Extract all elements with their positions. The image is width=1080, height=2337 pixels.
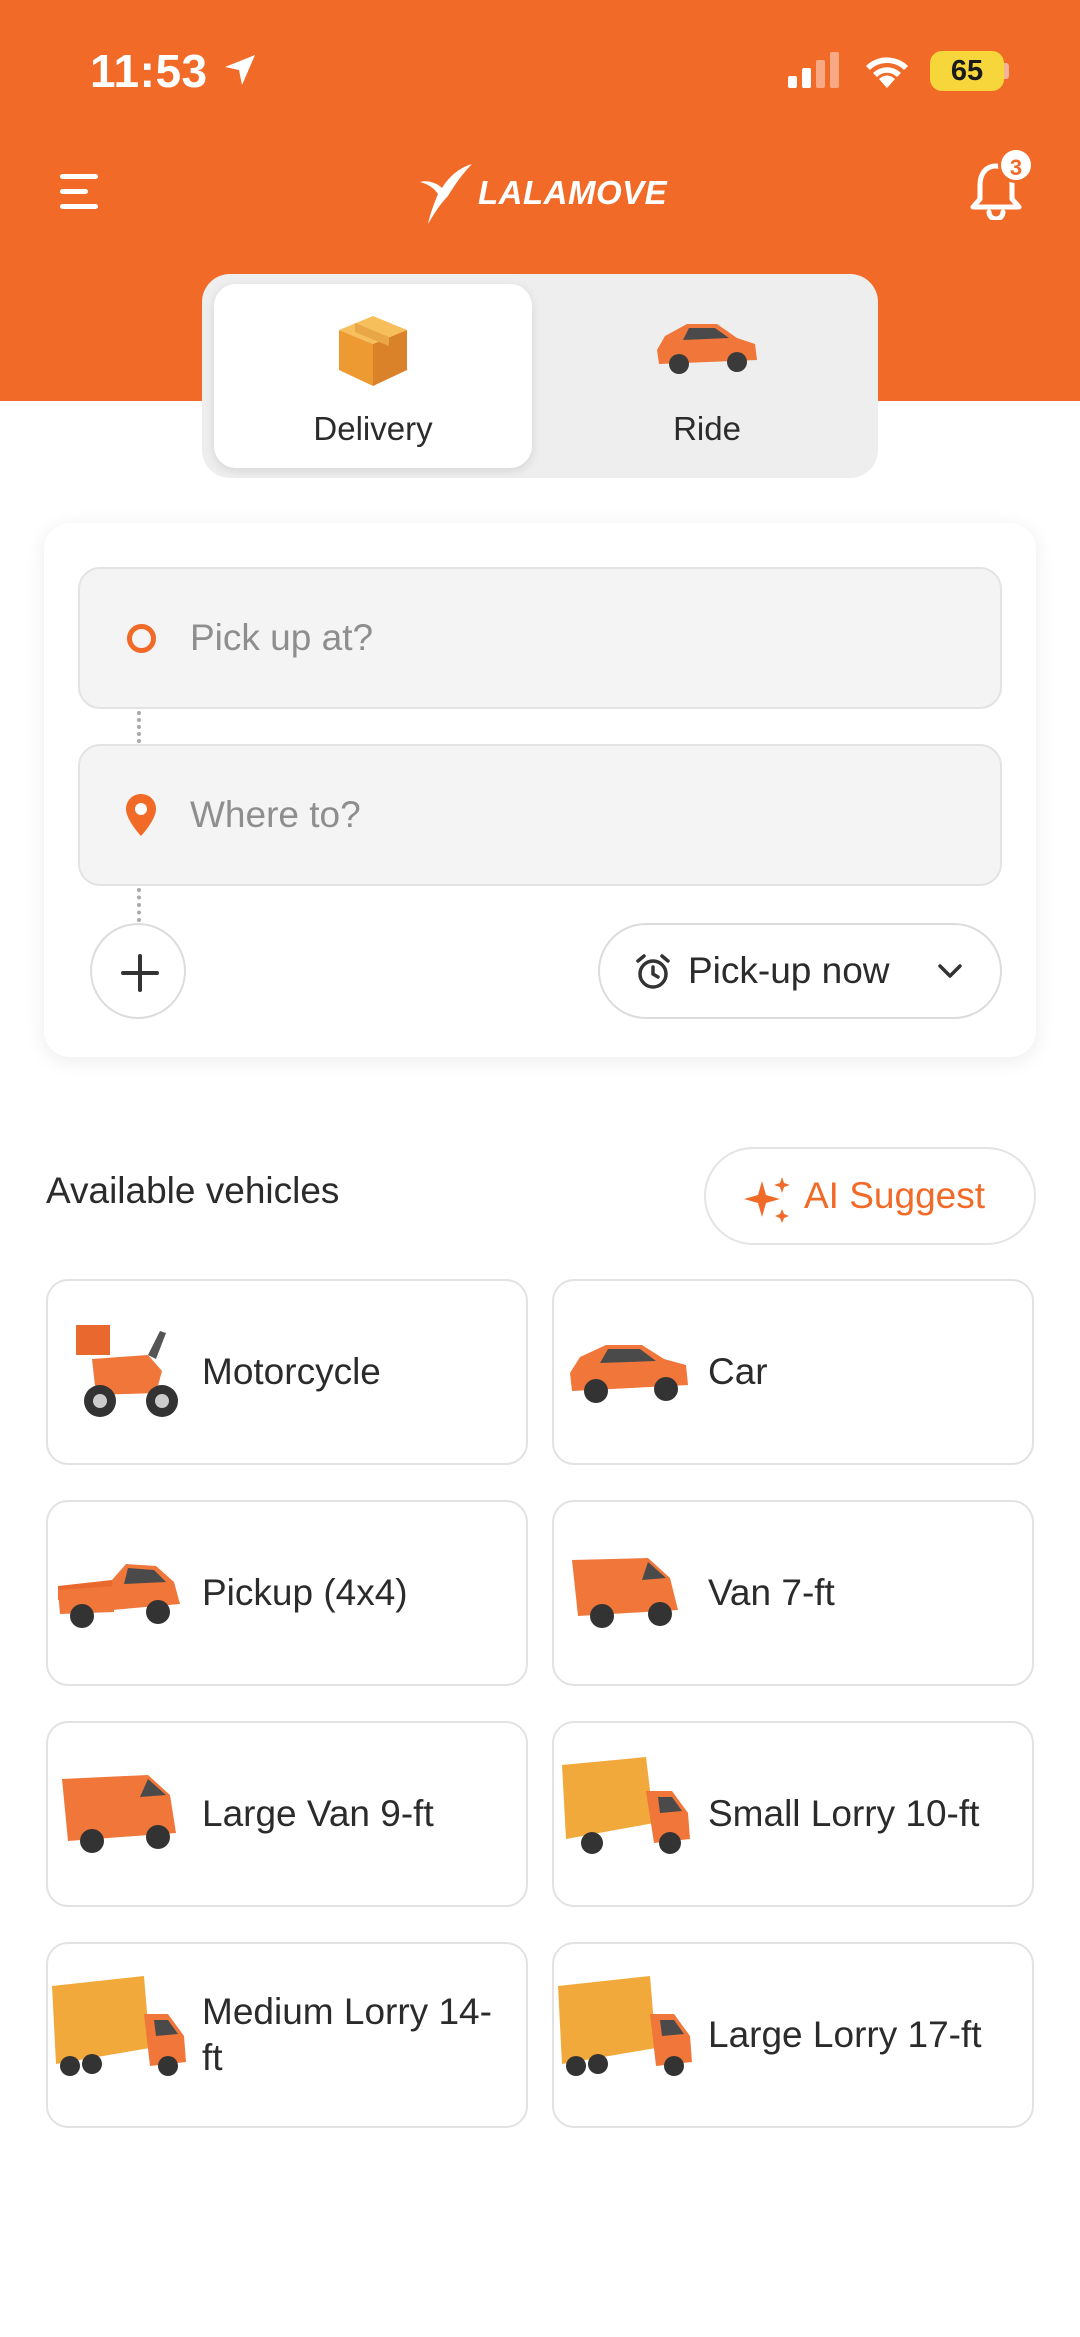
brand-name: LALAMOVE bbox=[478, 174, 668, 211]
vehicle-card-small-lorry[interactable]: Small Lorry 10-ft bbox=[552, 1721, 1034, 1907]
vehicle-card-large-van[interactable]: Large Van 9-ft bbox=[46, 1721, 528, 1907]
menu-icon[interactable] bbox=[56, 168, 104, 216]
car-icon bbox=[570, 1345, 688, 1403]
location-arrow-icon bbox=[225, 55, 255, 85]
large-lorry-icon bbox=[558, 1976, 692, 2076]
vehicle-label: Large Lorry 17-ft bbox=[708, 2014, 982, 2055]
route-card: Pick up at? Where to? Pick-up now bbox=[44, 523, 1036, 1057]
add-stop-button[interactable] bbox=[90, 923, 186, 1019]
vehicle-card-medium-lorry[interactable]: Medium Lorry 14-ft bbox=[46, 1942, 528, 2128]
battery-indicator: 65 bbox=[930, 51, 1004, 91]
status-time: 11:53 bbox=[90, 45, 208, 97]
chevron-down-icon bbox=[938, 964, 962, 978]
route-connector bbox=[137, 711, 141, 743]
vehicle-label: Small Lorry 10-ft bbox=[708, 1793, 980, 1834]
dropoff-placeholder: Where to? bbox=[190, 794, 361, 835]
route-connector bbox=[137, 888, 141, 922]
hummingbird-logo-icon bbox=[420, 164, 472, 224]
brand-logo: LALAMOVE bbox=[418, 158, 667, 228]
vehicle-card-large-lorry[interactable]: Large Lorry 17-ft bbox=[552, 1942, 1034, 2128]
dropoff-location-input[interactable]: Where to? bbox=[78, 744, 1002, 886]
vehicle-label: Large Van 9-ft bbox=[202, 1793, 434, 1834]
ai-suggest-label: AI Suggest bbox=[804, 1175, 986, 1216]
tab-ride-label: Ride bbox=[673, 410, 741, 447]
van-icon bbox=[572, 1558, 678, 1628]
motorcycle-icon bbox=[76, 1325, 178, 1417]
vehicle-label: Motorcycle bbox=[202, 1351, 381, 1392]
ai-suggest-button[interactable]: AI Suggest bbox=[704, 1147, 1036, 1245]
large-van-icon bbox=[62, 1775, 176, 1853]
ride-car-icon bbox=[657, 324, 757, 374]
battery-tip bbox=[1004, 63, 1009, 79]
plus-icon bbox=[121, 954, 159, 992]
notification-badge: 3 bbox=[998, 147, 1034, 183]
cellular-signal-icon bbox=[788, 52, 839, 88]
tab-delivery[interactable]: Delivery bbox=[214, 284, 532, 468]
vehicle-card-motorcycle[interactable]: Motorcycle bbox=[46, 1279, 528, 1465]
vehicle-card-pickup[interactable]: Pickup (4x4) bbox=[46, 1500, 528, 1686]
pickup-time-label: Pick-up now bbox=[688, 950, 890, 991]
tab-ride[interactable]: Ride bbox=[548, 284, 866, 468]
vehicle-label: Car bbox=[708, 1351, 768, 1392]
tab-delivery-label: Delivery bbox=[313, 410, 433, 447]
vehicle-label: Medium Lorry 14-ft bbox=[202, 1991, 492, 2078]
location-pin-icon bbox=[126, 794, 156, 836]
wifi-icon bbox=[866, 57, 908, 88]
sparkle-icon bbox=[744, 1177, 790, 1223]
vehicle-label: Van 7-ft bbox=[708, 1572, 835, 1613]
available-vehicles-heading: Available vehicles bbox=[46, 1170, 340, 1211]
pickup-time-selector[interactable]: Pick-up now bbox=[598, 923, 1002, 1019]
pickup-placeholder: Pick up at? bbox=[190, 617, 374, 658]
vehicle-card-van[interactable]: Van 7-ft bbox=[552, 1500, 1034, 1686]
pickup-location-input[interactable]: Pick up at? bbox=[78, 567, 1002, 709]
vehicle-card-car[interactable]: Car bbox=[552, 1279, 1034, 1465]
box-icon bbox=[339, 316, 407, 386]
battery-level: 65 bbox=[950, 55, 984, 87]
status-bar: 11:53 65 bbox=[0, 0, 1080, 140]
pickup-point-icon bbox=[127, 624, 156, 653]
vehicle-label: Pickup (4x4) bbox=[202, 1572, 408, 1613]
service-mode-switch: Delivery Ride bbox=[202, 274, 878, 478]
alarm-clock-icon bbox=[636, 954, 670, 989]
pickup-truck-icon bbox=[58, 1564, 180, 1628]
small-lorry-icon bbox=[562, 1757, 690, 1854]
medium-lorry-icon bbox=[52, 1976, 186, 2076]
